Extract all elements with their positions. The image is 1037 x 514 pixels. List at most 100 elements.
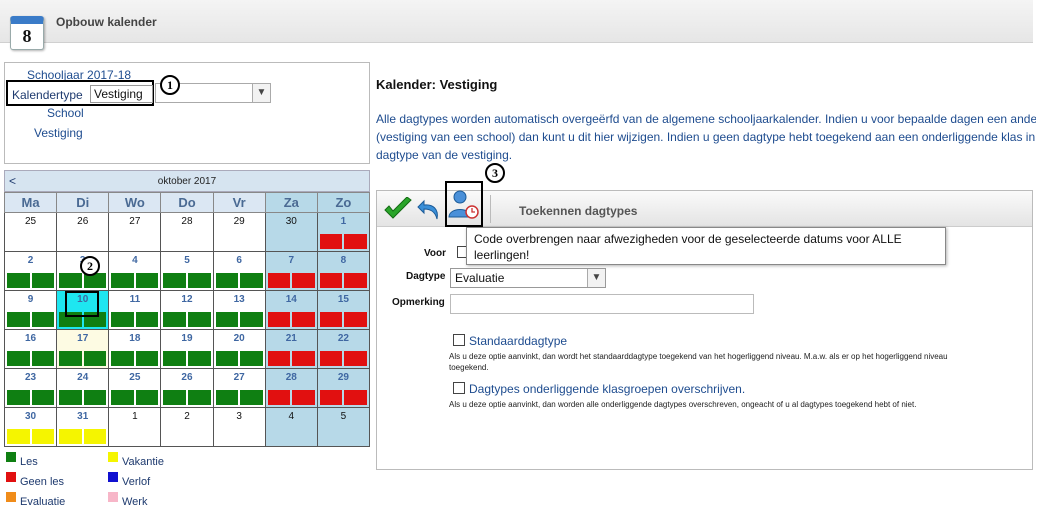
calendar-day-cell[interactable]: 22	[316, 329, 371, 369]
calendar-day-cell[interactable]: 27	[212, 368, 266, 408]
daytype-bars	[7, 312, 55, 327]
daytype-bar-geen	[344, 312, 367, 327]
calendar-day-cell[interactable]: 1	[108, 407, 162, 447]
calendar-day-cell[interactable]: 27	[108, 212, 162, 252]
calendar-day-cell[interactable]: 12	[160, 290, 214, 330]
daytype-bars	[267, 351, 315, 366]
daytype-bars	[319, 390, 367, 405]
calendar-day-cell[interactable]: 18	[108, 329, 162, 369]
calendar-day-cell[interactable]: 24	[56, 368, 110, 408]
calendar-day-cell[interactable]: 9	[3, 290, 58, 330]
day-number: 23	[25, 372, 37, 383]
day-number: 17	[77, 333, 89, 344]
calendar-day-cell[interactable]: 4	[108, 251, 162, 291]
calendar-day-cell[interactable]: 11	[108, 290, 162, 330]
calendar-day-cell[interactable]: 31	[56, 407, 110, 447]
calendar-description: Alle dagtypes worden automatisch overgeë…	[376, 110, 1036, 164]
standaarddagtype-label[interactable]: Standaarddagtype	[469, 334, 567, 348]
calendar-day-cell[interactable]: 19	[160, 329, 214, 369]
calendar-day-cell[interactable]: 25	[108, 368, 162, 408]
daytype-bar-les	[163, 390, 186, 405]
daytype-bar-geen	[344, 390, 367, 405]
calendar-day-cell[interactable]: 26	[160, 368, 214, 408]
daytype-bar-geen	[344, 273, 367, 288]
dagtype-select[interactable]: Evaluatie ▼	[450, 268, 606, 288]
standaarddagtype-checkbox[interactable]	[453, 334, 465, 346]
legend-swatch	[6, 472, 16, 482]
calendar-day-cell[interactable]: 20	[212, 329, 266, 369]
calendar-day-cell[interactable]: 2	[160, 407, 214, 447]
day-number: 28	[181, 216, 193, 227]
daytype-bar-les	[59, 273, 82, 288]
daytype-bars	[7, 351, 55, 366]
weekday-header: Ma	[3, 192, 58, 213]
calendar-day-cell[interactable]: 23	[3, 368, 58, 408]
daytype-bar-les	[83, 390, 107, 405]
calendar-day-cell[interactable]: 21	[264, 329, 318, 369]
daytype-bar-les	[188, 312, 211, 327]
calendar-day-cell[interactable]: 8	[316, 251, 371, 291]
calendar-day-cell[interactable]: 29	[212, 212, 266, 252]
weekday-header: Vr	[212, 192, 266, 213]
day-number: 21	[285, 333, 297, 344]
day-number: 27	[233, 372, 245, 383]
day-number: 2	[27, 255, 34, 266]
calendar-day-cell[interactable]: 4	[264, 407, 318, 447]
day-number: 16	[25, 333, 37, 344]
calendar-day-cell[interactable]: 13	[212, 290, 266, 330]
daytype-bar-geen	[267, 312, 291, 327]
calendar-day-cell[interactable]: 2	[3, 251, 58, 291]
opmerking-input[interactable]	[450, 294, 754, 314]
overschrijven-label[interactable]: Dagtypes onderliggende klasgroepen overs…	[469, 382, 745, 396]
calendar-day-cell[interactable]: 17	[56, 329, 110, 369]
chevron-down-icon[interactable]: ▼	[252, 84, 270, 102]
dagtype-label: Dagtype	[406, 271, 446, 282]
calendar-day-cell[interactable]: 25	[3, 212, 58, 252]
daytype-bar-geen	[292, 351, 315, 366]
calendar-day-cell[interactable]: 1	[316, 212, 371, 252]
daytype-bar-les	[59, 390, 82, 405]
calendar-day-cell[interactable]: 26	[56, 212, 110, 252]
calendar-day-cell[interactable]: 10	[56, 290, 110, 330]
weekday-header: Do	[160, 192, 214, 213]
calendar-day-cell[interactable]: 28	[264, 368, 318, 408]
calendar-day-cell[interactable]: 14	[264, 290, 318, 330]
chevron-down-icon[interactable]: ▼	[587, 269, 605, 287]
tree-item-vestiging[interactable]: Vestiging	[34, 126, 83, 140]
calendar-day-cell[interactable]: 5	[160, 251, 214, 291]
daytype-bar-les	[215, 312, 239, 327]
day-number: 27	[129, 216, 141, 227]
undo-button[interactable]	[415, 193, 443, 225]
legend-swatch	[108, 492, 118, 502]
daytype-bar-les	[31, 273, 55, 288]
calendar-day-cell[interactable]: 3	[212, 407, 266, 447]
daytype-bar-geen	[267, 390, 291, 405]
overschrijven-checkbox[interactable]	[453, 382, 465, 394]
calendar-day-cell[interactable]: 28	[160, 212, 214, 252]
calendar-day-cell[interactable]: 29	[316, 368, 371, 408]
day-number: 29	[233, 216, 245, 227]
tree-item-school[interactable]: School	[47, 106, 84, 120]
daytype-bars	[163, 351, 211, 366]
calendar-day-cell[interactable]: 16	[3, 329, 58, 369]
calendar-day-cell[interactable]: 6	[212, 251, 266, 291]
calendar-day-cell[interactable]: 30	[264, 212, 318, 252]
calendar-grid: MaDiWoDoVrZaZo 2526272829301234567891011…	[3, 192, 371, 447]
daytype-bars	[267, 273, 315, 288]
legend-swatch	[6, 452, 16, 462]
day-number: 7	[288, 255, 295, 266]
daytype-bar-les	[111, 351, 134, 366]
calendar-day-cell[interactable]: 7	[264, 251, 318, 291]
calendar-day-cell[interactable]: 15	[316, 290, 371, 330]
day-number: 1	[340, 216, 347, 227]
kalendertype-value[interactable]: Vestiging	[90, 85, 153, 103]
transfer-to-absences-button[interactable]	[445, 181, 483, 227]
calendar-legend: Les Vakantie Geen les Verlof Evaluatie W…	[4, 452, 370, 512]
daytype-bars	[267, 312, 315, 327]
day-number: 25	[129, 372, 141, 383]
calendar-day-cell[interactable]: 5	[316, 407, 371, 447]
calendar-day-cell[interactable]: 30	[3, 407, 58, 447]
save-button[interactable]	[382, 193, 414, 225]
app-header: 8 Opbouw kalender	[0, 0, 1033, 50]
toolbar: Toekennen dagtypes	[377, 181, 1032, 227]
